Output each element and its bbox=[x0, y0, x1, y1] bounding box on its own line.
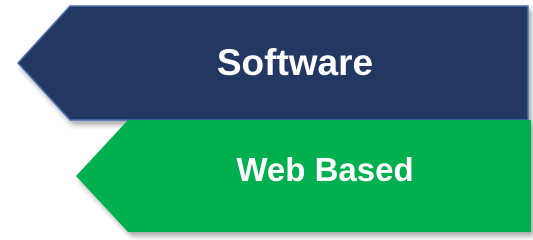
software-label: Software bbox=[216, 42, 374, 83]
web-based-label: Web Based bbox=[236, 151, 414, 188]
diagram-canvas: Software Web Based bbox=[0, 0, 533, 240]
